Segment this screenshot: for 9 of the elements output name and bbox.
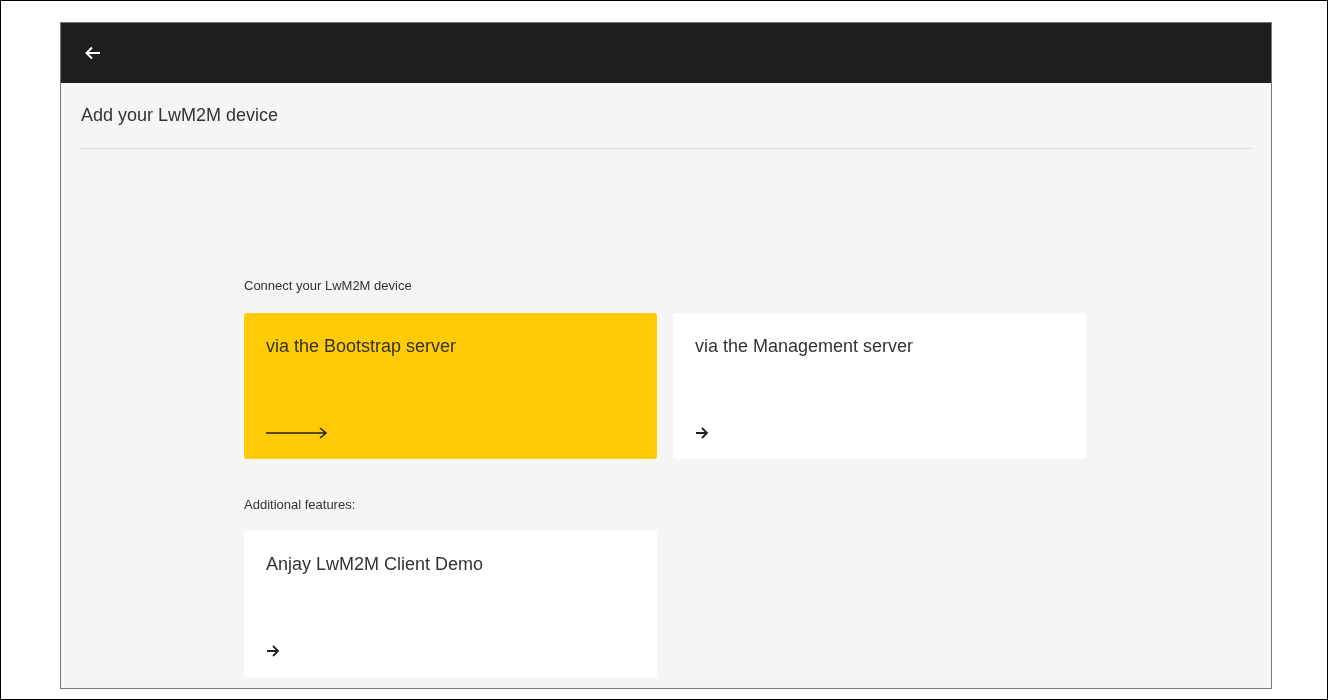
section-label: Additional features: [244, 495, 357, 514]
option-card[interactable]: Anjay LwM2M Client Demo [244, 531, 657, 677]
section-label: Connect your LwM2M device [244, 277, 413, 295]
option-card[interactable]: via the Management server [673, 312, 1086, 459]
option-card[interactable]: via the Bootstrap server [244, 312, 657, 459]
arrow-icon [695, 426, 709, 439]
page-title: Add your LwM2M device [81, 104, 279, 127]
arrow-icon [266, 645, 280, 657]
arrow-icon [266, 426, 328, 439]
